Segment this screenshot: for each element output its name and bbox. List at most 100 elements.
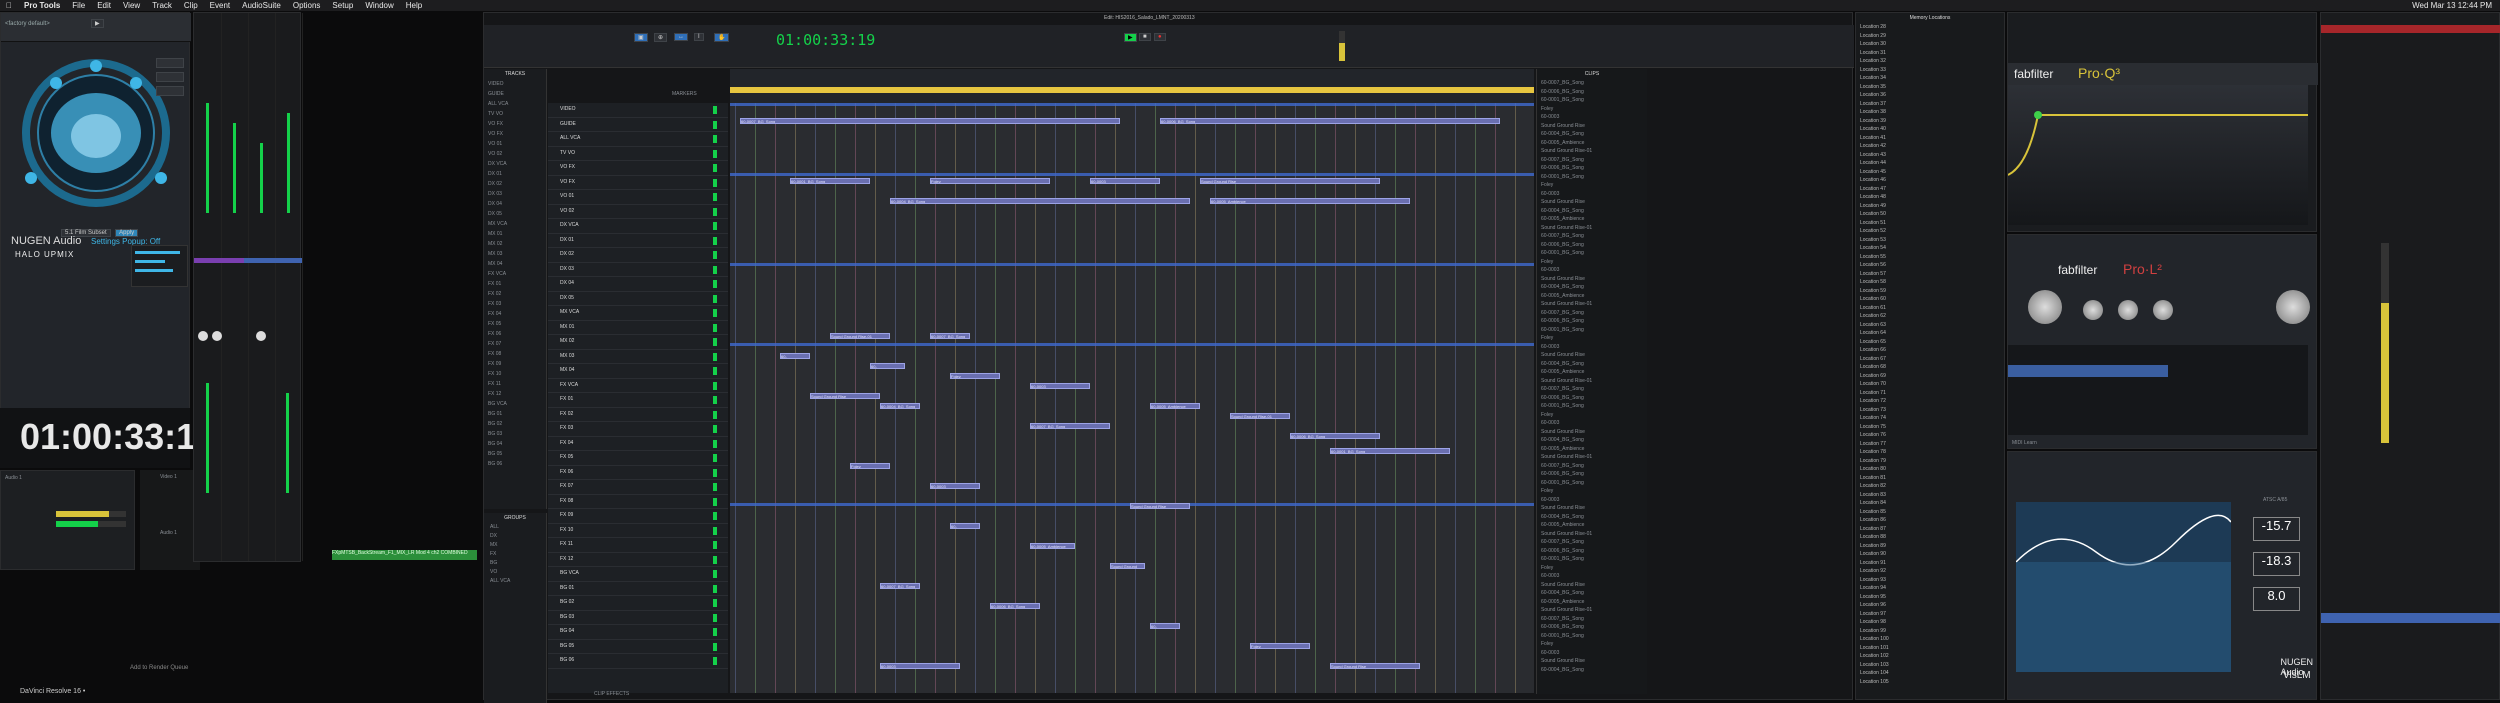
timeline-clip[interactable]: 60-0001_BG_Song bbox=[1150, 623, 1180, 629]
track-list-item[interactable]: VO FX bbox=[484, 129, 546, 139]
track-header[interactable]: VO FX bbox=[548, 161, 728, 176]
track-list-item[interactable]: FX 08 bbox=[484, 349, 546, 359]
release-knob[interactable] bbox=[2153, 300, 2173, 320]
attack-knob[interactable] bbox=[2118, 300, 2138, 320]
memory-location-item[interactable]: Location 69 bbox=[1860, 372, 2004, 381]
timeline-clip[interactable]: 60-0006_BG_Song bbox=[780, 353, 810, 359]
group-item[interactable]: DX bbox=[484, 532, 546, 541]
clips-list-item[interactable]: 60-0003 bbox=[1537, 190, 1647, 199]
clips-list-item[interactable]: Foley bbox=[1537, 334, 1647, 343]
track-header[interactable]: BG 06 bbox=[548, 654, 728, 669]
timeline-clip[interactable]: Sound Ground Rise-01 bbox=[830, 333, 890, 339]
track-list-item[interactable]: DX 02 bbox=[484, 179, 546, 189]
menu-help[interactable]: Help bbox=[406, 1, 422, 10]
track-list-item[interactable]: DX 01 bbox=[484, 169, 546, 179]
memory-location-item[interactable]: Location 33 bbox=[1860, 66, 2004, 75]
timeline-clip[interactable]: 60-0003 bbox=[1090, 178, 1160, 184]
memory-location-item[interactable]: Location 51 bbox=[1860, 219, 2004, 228]
track-header[interactable]: BG 03 bbox=[548, 611, 728, 625]
track-header[interactable]: MX 01 bbox=[548, 321, 728, 335]
track-header[interactable]: FX 05 bbox=[548, 451, 728, 466]
timeline-clip[interactable]: 60-0007_BG_Song bbox=[1030, 423, 1110, 429]
memory-location-item[interactable]: Location 91 bbox=[1860, 559, 2004, 568]
clips-list-item[interactable]: 60-0004_BG_Song bbox=[1537, 436, 1647, 445]
memory-location-item[interactable]: Location 75 bbox=[1860, 423, 2004, 432]
track-list-item[interactable]: ALL VCA bbox=[484, 99, 546, 109]
main-counter[interactable]: 01:00:33:19 bbox=[776, 31, 875, 49]
track-header[interactable]: FX 01 bbox=[548, 393, 728, 408]
clips-list-item[interactable]: Foley bbox=[1537, 258, 1647, 267]
clips-list-item[interactable]: 60-0007_BG_Song bbox=[1537, 232, 1647, 241]
track-header[interactable]: MX 02 bbox=[548, 335, 728, 350]
timeline-clip[interactable]: Sound Ground Rise bbox=[1330, 663, 1420, 669]
timeline-clip[interactable]: 60-0004_BG_Song bbox=[950, 523, 980, 529]
clips-list-item[interactable]: 60-0003 bbox=[1537, 266, 1647, 275]
memory-location-item[interactable]: Location 58 bbox=[1860, 278, 2004, 287]
clips-list-item[interactable]: 60-0001_BG_Song bbox=[1537, 249, 1647, 258]
track-header[interactable]: DX VCA bbox=[548, 219, 728, 234]
memory-location-item[interactable]: Location 53 bbox=[1860, 236, 2004, 245]
memory-location-item[interactable]: Location 35 bbox=[1860, 83, 2004, 92]
track-list-item[interactable]: DX 04 bbox=[484, 199, 546, 209]
menu-event[interactable]: Event bbox=[210, 1, 230, 10]
clips-list-item[interactable]: Sound Ground Rise bbox=[1537, 581, 1647, 590]
track-list-item[interactable]: FX 10 bbox=[484, 369, 546, 379]
clips-list-item[interactable]: 60-0003 bbox=[1537, 113, 1647, 122]
track-header[interactable]: ALL VCA bbox=[548, 132, 728, 147]
option-button-3[interactable] bbox=[156, 86, 184, 96]
timeline-clip[interactable]: 60-0006_BG_Song bbox=[1160, 118, 1500, 124]
clips-list-item[interactable]: Sound Ground Rise-01 bbox=[1537, 147, 1647, 156]
memory-location-item[interactable]: Location 101 bbox=[1860, 644, 2004, 653]
track-list-item[interactable]: BG VCA bbox=[484, 399, 546, 409]
memory-location-item[interactable]: Location 84 bbox=[1860, 499, 2004, 508]
clips-list-item[interactable]: 60-0001_BG_Song bbox=[1537, 96, 1647, 105]
record-button[interactable]: ● bbox=[1154, 33, 1166, 41]
halo-visualizer[interactable] bbox=[21, 58, 171, 208]
memory-location-item[interactable]: Location 86 bbox=[1860, 516, 2004, 525]
clips-list-item[interactable]: Sound Ground Rise-01 bbox=[1537, 606, 1647, 615]
track-list-item[interactable]: FX 11 bbox=[484, 379, 546, 389]
selector-button[interactable]: I bbox=[694, 33, 704, 41]
memory-location-item[interactable]: Location 57 bbox=[1860, 270, 2004, 279]
zoom-button[interactable]: ⊕ bbox=[654, 33, 668, 42]
compare-button[interactable]: ▶ bbox=[91, 19, 104, 28]
marker-ruler[interactable]: MARKERS bbox=[672, 69, 1534, 104]
memory-location-item[interactable]: Location 50 bbox=[1860, 210, 2004, 219]
track-header[interactable]: FX 06 bbox=[548, 466, 728, 480]
vislm-scale[interactable]: ATSC A/85 bbox=[2263, 497, 2287, 503]
clips-list-item[interactable]: Foley bbox=[1537, 487, 1647, 496]
track-header[interactable]: FX 07 bbox=[548, 480, 728, 495]
memory-location-item[interactable]: Location 104 bbox=[1860, 669, 2004, 678]
clips-list-item[interactable]: Sound Ground Rise bbox=[1537, 198, 1647, 207]
memory-location-item[interactable]: Location 60 bbox=[1860, 295, 2004, 304]
clips-list-item[interactable]: Sound Ground Rise bbox=[1537, 428, 1647, 437]
memory-location-item[interactable]: Location 44 bbox=[1860, 159, 2004, 168]
timeline-clip[interactable]: 60-0005_Ambience bbox=[1210, 198, 1410, 204]
track-list-item[interactable]: BG 01 bbox=[484, 409, 546, 419]
timeline-clip[interactable]: 60-0001_BG_Song bbox=[790, 178, 870, 184]
track-header[interactable]: DX 02 bbox=[548, 248, 728, 263]
memory-location-item[interactable]: Location 61 bbox=[1860, 304, 2004, 313]
render-queue-button[interactable]: Add to Render Queue bbox=[130, 665, 188, 671]
timeline-clip[interactable]: 60-0005_Ambience bbox=[1150, 403, 1200, 409]
menu-view[interactable]: View bbox=[123, 1, 140, 10]
clips-list-item[interactable]: 60-0005_Ambience bbox=[1537, 139, 1647, 148]
clips-list-item[interactable]: 60-0006_BG_Song bbox=[1537, 88, 1647, 97]
clips-list-item[interactable]: Foley bbox=[1537, 640, 1647, 649]
memory-location-item[interactable]: Location 94 bbox=[1860, 584, 2004, 593]
timeline-clip[interactable]: Sound Ground Rise bbox=[1130, 503, 1190, 509]
track-list-item[interactable]: MX VCA bbox=[484, 219, 546, 229]
play-button[interactable]: ▶ bbox=[1124, 33, 1137, 42]
clips-list-item[interactable]: Sound Ground Rise bbox=[1537, 504, 1647, 513]
memory-location-item[interactable]: Location 97 bbox=[1860, 610, 2004, 619]
timeline-clip[interactable]: 60-0006_BG_Song bbox=[990, 603, 1040, 609]
memory-location-item[interactable]: Location 29 bbox=[1860, 32, 2004, 41]
timeline-clip[interactable]: 60-0004_BG_Song bbox=[880, 403, 920, 409]
memory-location-item[interactable]: Location 100 bbox=[1860, 635, 2004, 644]
clips-list-item[interactable]: Sound Ground Rise bbox=[1537, 275, 1647, 284]
settings-sliders[interactable] bbox=[131, 245, 188, 287]
clips-list-item[interactable]: 60-0005_Ambience bbox=[1537, 368, 1647, 377]
memory-location-item[interactable]: Location 54 bbox=[1860, 244, 2004, 253]
memory-location-item[interactable]: Location 28 bbox=[1860, 23, 2004, 32]
menu-file[interactable]: File bbox=[72, 1, 85, 10]
